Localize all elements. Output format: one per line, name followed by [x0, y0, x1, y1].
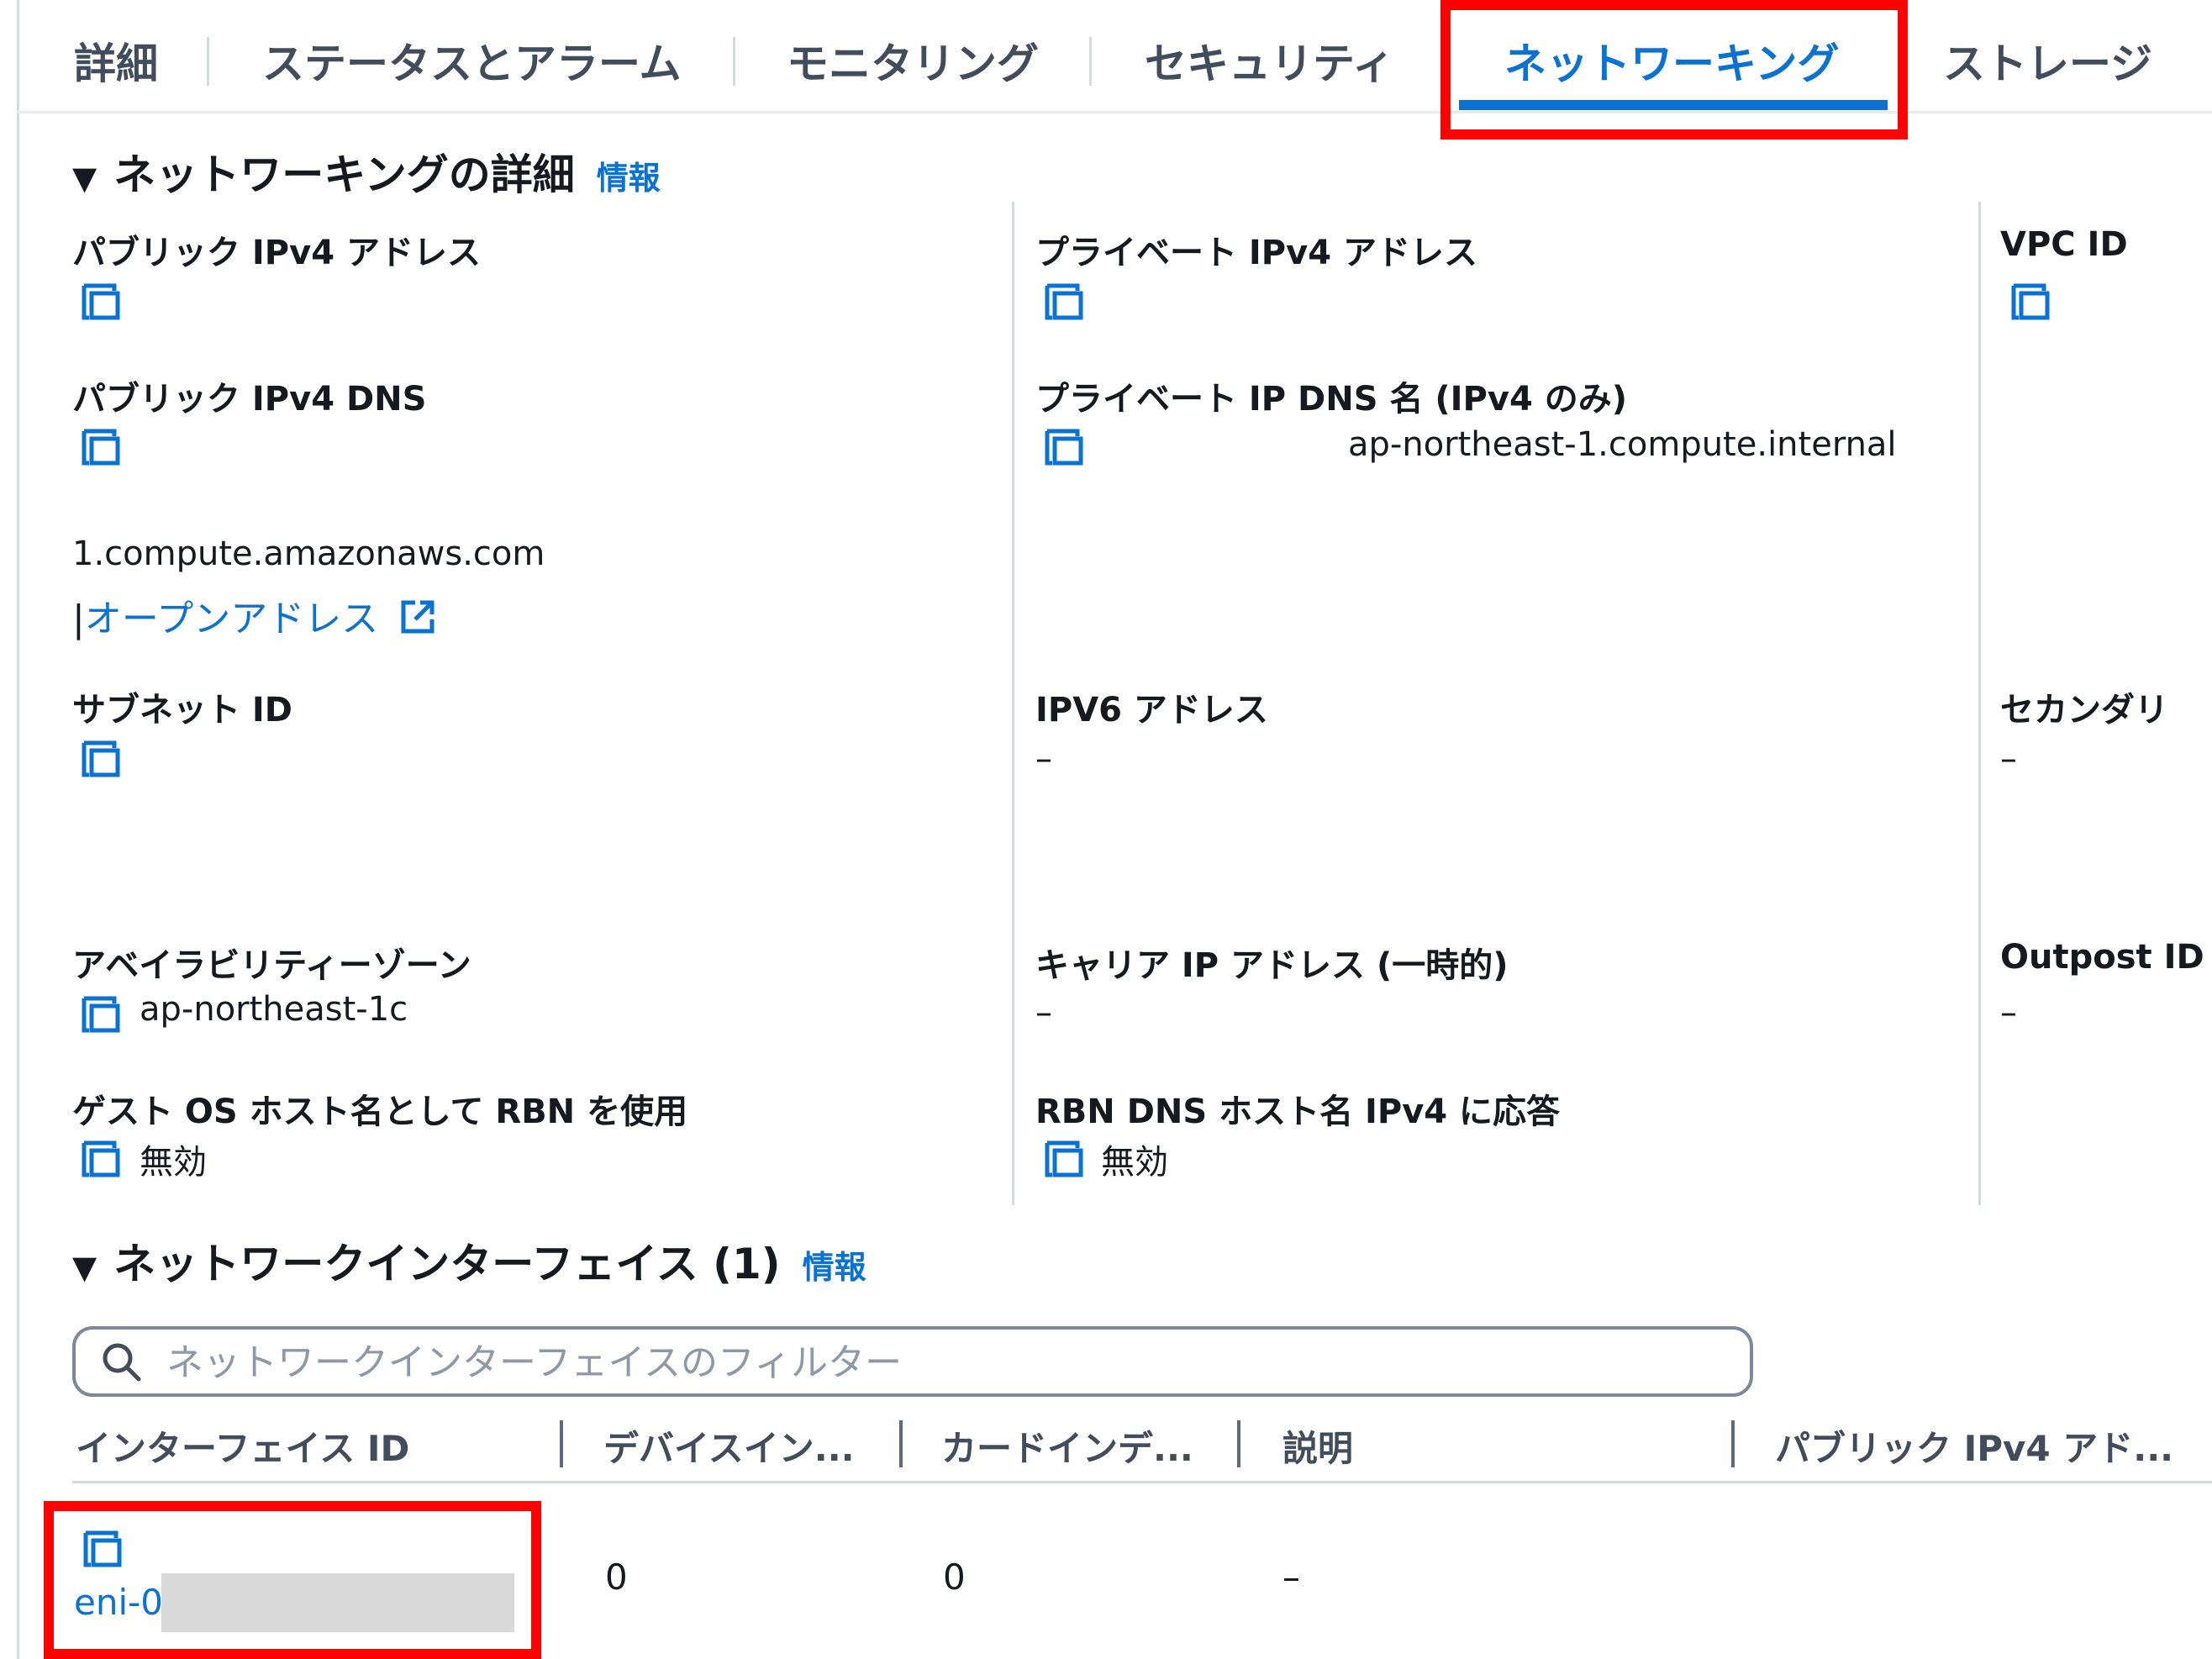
- card-index-cell: 0: [943, 1556, 966, 1598]
- tab-storage[interactable]: ストレージ: [1943, 30, 2152, 91]
- public-ipv4-dns-value: 1.compute.amazonaws.com: [72, 535, 545, 573]
- copy-icon[interactable]: [79, 424, 123, 468]
- availability-zone-label: アベイラビリティーゾーン: [72, 946, 471, 985]
- private-ip-dns-name-value: ap-northeast-1.compute.internal: [1348, 425, 1897, 464]
- highlight-box-interface-id: [44, 1501, 541, 1659]
- outpost-id-label: Outpost ID: [2000, 938, 2204, 977]
- networking-details-header[interactable]: ▼ ネットワーキングの詳細 情報: [72, 141, 661, 202]
- device-index-cell: 0: [605, 1556, 628, 1598]
- highlight-box-networking-tab: [1440, 0, 1908, 140]
- copy-icon[interactable]: [2009, 279, 2052, 323]
- public-ipv4-dns-label: パブリック IPv4 DNS: [72, 380, 427, 419]
- private-ip-dns-name-label: プライベート IP DNS 名 (IPv4 のみ): [1035, 380, 1627, 419]
- copy-icon[interactable]: [79, 992, 123, 1035]
- copy-icon[interactable]: [79, 736, 123, 780]
- column-resize-handle[interactable]: [899, 1420, 903, 1467]
- open-address-link[interactable]: |オープンアドレス: [72, 588, 437, 642]
- copy-icon[interactable]: [79, 1136, 123, 1180]
- description-cell: –: [1282, 1556, 1300, 1598]
- carrier-ip-value: –: [1035, 993, 1052, 1032]
- column-resize-handle[interactable]: [560, 1420, 563, 1467]
- column-header-public-ipv4[interactable]: パブリック IPv4 アド...: [1775, 1420, 2173, 1472]
- network-interfaces-header[interactable]: ▼ ネットワークインターフェイス (1) 情報: [72, 1230, 866, 1291]
- interface-filter-input[interactable]: [165, 1330, 1731, 1395]
- ipv6-address-value: –: [1035, 740, 1052, 778]
- tab-separator: [733, 37, 735, 86]
- copy-icon[interactable]: [1042, 279, 1086, 323]
- copy-icon[interactable]: [1042, 424, 1086, 468]
- tab-details[interactable]: 詳細: [74, 30, 158, 91]
- tab-security[interactable]: セキュリティ: [1145, 30, 1394, 91]
- ipv6-address-label: IPV6 アドレス: [1035, 691, 1268, 729]
- column-divider: [1978, 202, 1981, 1205]
- caret-down-icon: ▼: [72, 160, 97, 197]
- caret-down-icon: ▼: [72, 1249, 97, 1286]
- column-header-card-index[interactable]: カードインデ...: [941, 1420, 1193, 1472]
- external-link-icon: [401, 600, 434, 634]
- tab-separator: [207, 37, 209, 86]
- column-header-description[interactable]: 説明: [1282, 1420, 1353, 1472]
- carrier-ip-label: キャリア IP アドレス (一時的): [1035, 946, 1509, 985]
- copy-icon[interactable]: [1042, 1136, 1086, 1180]
- secondary-label: セカンダリ: [2000, 691, 2168, 729]
- search-icon: [103, 1343, 141, 1382]
- networking-details-info-link[interactable]: 情報: [597, 160, 661, 197]
- guest-os-rbn-value: 無効: [140, 1143, 207, 1182]
- open-address-text: オープンアドレス: [84, 598, 379, 640]
- secondary-value: –: [2000, 740, 2017, 778]
- table-header-divider: [72, 1481, 2212, 1483]
- outpost-id-value: –: [2000, 993, 2017, 1032]
- rbn-dns-ipv4-label: RBN DNS ホスト名 IPv4 に応答: [1035, 1093, 1561, 1131]
- column-divider: [1012, 202, 1014, 1205]
- guest-os-rbn-label: ゲスト OS ホスト名として RBN を使用: [72, 1093, 688, 1131]
- copy-icon[interactable]: [79, 279, 123, 323]
- availability-zone-value: ap-northeast-1c: [140, 990, 408, 1029]
- network-interfaces-title: ネットワークインターフェイス (1): [113, 1240, 781, 1288]
- private-ipv4-address-label: プライベート IPv4 アドレス: [1035, 234, 1477, 272]
- column-resize-handle[interactable]: [1237, 1420, 1240, 1467]
- networking-details-title: ネットワーキングの詳細: [113, 150, 575, 199]
- panel-left-border: [17, 0, 19, 1659]
- network-interfaces-info-link[interactable]: 情報: [803, 1249, 866, 1286]
- tab-separator: [1089, 37, 1092, 86]
- link-separator: |: [72, 598, 85, 640]
- column-header-interface-id[interactable]: インターフェイス ID: [76, 1420, 409, 1472]
- column-header-device-index[interactable]: デバイスイン...: [603, 1420, 855, 1472]
- rbn-dns-ipv4-value: 無効: [1101, 1143, 1168, 1182]
- vpc-id-label: VPC ID: [2000, 225, 2128, 264]
- tab-monitoring[interactable]: モニタリング: [787, 30, 1039, 91]
- public-ipv4-address-label: パブリック IPv4 アドレス: [72, 234, 481, 272]
- tab-status-alarms[interactable]: ステータスとアラーム: [262, 30, 682, 91]
- subnet-id-label: サブネット ID: [72, 691, 293, 729]
- column-resize-handle[interactable]: [1731, 1420, 1735, 1467]
